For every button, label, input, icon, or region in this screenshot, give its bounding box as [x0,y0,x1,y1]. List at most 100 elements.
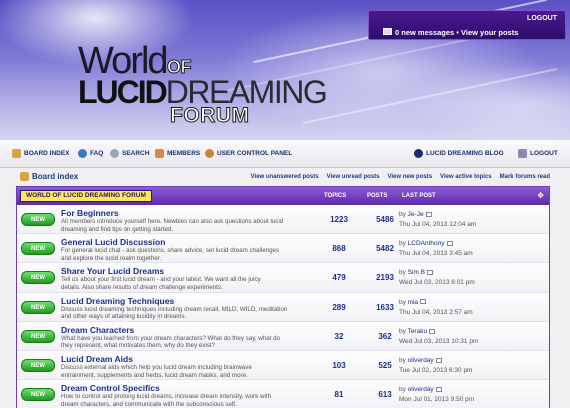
forum-row: NEW Dream Control Specifics How to contr… [17,380,549,408]
forum-title[interactable]: Dream Characters [61,325,134,335]
forum-desc-line: details. Also share results of dream cha… [61,283,223,291]
topic-count: 479 [332,273,346,283]
nav-faq[interactable]: FAQ [78,149,103,158]
envelope-icon [383,28,392,35]
collapse-icon[interactable]: ✥ [537,191,544,200]
quick-links: View unanswered posts View unread posts … [251,174,550,180]
by-label: by [399,327,408,335]
forum-desc-line: and other ways of attaining lucidity in … [61,313,187,321]
last-post-date: Thu Jul 04, 2013 12:04 am [399,221,477,228]
topic-count: 103 [332,360,346,370]
forum-title[interactable]: General Lucid Discussion [61,237,165,247]
view-latest-post-icon[interactable] [446,240,453,246]
breadcrumb-board-index[interactable]: Board index [32,172,78,181]
view-latest-post-icon[interactable] [435,357,442,363]
link-unanswered[interactable]: View unanswered posts [251,174,319,180]
forum-desc-line: What have you learned from your dream ch… [61,334,280,342]
author-link[interactable]: oliverday [408,357,434,364]
nav-ucp-label: USER CONTROL PANEL [217,150,293,157]
home-icon [12,149,21,158]
user-box: LOGOUT 0 new messages • View your posts [368,10,566,40]
by-label: by [399,386,408,394]
nav-members[interactable]: MEMBERS [155,149,200,158]
forum-row: NEW Share Your Lucid Dreams Tell us abou… [17,263,549,293]
forum-row: NEW Lucid Dream Aids Discuss external ai… [17,350,549,381]
nav-board-index[interactable]: BOARD INDEX [12,149,70,158]
logo-lucid: LUCID [78,74,168,110]
forum-description: For general lucid chat - ask questions, … [61,247,323,262]
by-label: by [399,269,408,277]
last-post-date: Thu Jul 04, 2013 2:57 am [399,308,473,316]
category-title[interactable]: WORLD OF LUCID DREAMING FORUM [20,190,152,202]
forum-desc-line: Discuss lucid dreaming techniques includ… [61,305,288,313]
forum-rows: NEW For Beginners All members introduce … [17,205,549,408]
userbox-logout-link[interactable]: LOGOUT [527,15,557,22]
nav-ucp[interactable]: USER CONTROL PANEL [205,149,292,158]
by-label: by [399,211,408,218]
logo-forum: FORUM [170,104,250,128]
forum-desc-line: they represent, what motivates them, why… [61,342,216,350]
view-latest-post-icon[interactable] [420,299,427,305]
nav-faq-label: FAQ [90,150,104,157]
new-badge-icon: NEW [21,213,55,226]
forum-list: WORLD OF LUCID DREAMING FORUM TOPICS POS… [16,186,550,408]
nav-blog-label: LUCID DREAMING BLOG [426,150,504,157]
author-link[interactable]: Sim B [408,269,425,276]
nav-blog[interactable]: LUCID DREAMING BLOG [414,149,504,158]
last-post-author: by oliverday [399,357,442,364]
forum-desc-line: entrainment, supplements and herbs, luci… [61,371,248,379]
by-label: by [399,240,408,248]
view-latest-post-icon[interactable] [427,270,434,276]
link-new-posts[interactable]: View new posts [387,174,432,180]
forum-desc-line: dream characters, and communicate with t… [61,400,237,408]
last-post-author: by mia [399,298,427,306]
forum-title[interactable]: Lucid Dreaming Techniques [61,296,174,306]
forum-title[interactable]: Dream Control Specifics [61,383,160,393]
col-topics: TOPICS [324,193,347,199]
last-post-author: by Je-Je [399,211,432,218]
messages-link[interactable]: 0 new messages • View your posts [395,28,518,37]
nav-search[interactable]: SEARCH [110,149,149,158]
help-icon [78,149,87,158]
author-link[interactable]: Teraku [408,328,428,335]
last-post-date: Wed Jul 03, 2013 6:01 pm [399,279,475,287]
forum-description: What have you learned from your dream ch… [61,335,323,350]
last-post-author: by Teraku [399,327,436,335]
search-icon [110,149,119,158]
link-unread[interactable]: View unread posts [327,174,380,180]
author-link[interactable]: Je-Je [408,211,424,218]
col-last-post: LAST POST [402,193,436,199]
forum-desc-line: and explore the lucid realm together. [61,254,162,262]
view-latest-post-icon[interactable] [435,386,442,392]
author-link[interactable]: mia [408,299,418,306]
author-link[interactable]: LCDAnthony [408,240,445,247]
forum-row: NEW Lucid Dreaming Techniques Discuss lu… [17,292,549,322]
last-post-date: Mon Jul 01, 2013 9:50 pm [399,396,475,404]
breadcrumb[interactable]: Board index [20,172,78,181]
forum-title[interactable]: For Beginners [61,208,119,218]
moon-icon [414,149,423,158]
user-icon [205,149,214,158]
by-label: by [399,298,408,306]
forum-desc-line: For general lucid chat - ask questions, … [61,247,280,255]
author-link[interactable]: oliverday [408,386,434,393]
view-latest-post-icon[interactable] [425,211,432,217]
new-badge-icon: NEW [21,388,55,402]
logout-icon [518,149,527,158]
view-latest-post-icon[interactable] [429,328,436,334]
forum-title[interactable]: Share Your Lucid Dreams [61,266,164,276]
site-logo[interactable]: World OF LUCIDDREAMING FORUM [78,42,348,132]
last-post-author: by LCDAnthony [399,240,453,247]
forum-row: NEW For Beginners All members introduce … [17,205,549,235]
link-mark-read[interactable]: Mark forums read [500,174,550,180]
forum-description: Tell us about your first lucid dream - a… [61,276,323,291]
nav-logout-label: LOGOUT [530,150,558,157]
nav-logout[interactable]: LOGOUT [518,149,558,158]
forum-title[interactable]: Lucid Dream Aids [61,354,133,364]
link-active-topics[interactable]: View active topics [440,174,492,180]
last-post-date: Thu Jul 04, 2013 3:45 am [399,250,473,258]
new-badge-icon: NEW [21,300,55,314]
topic-count: 1223 [330,215,348,224]
last-post-author: by oliverday [399,386,442,393]
last-post-date: Wed Jul 03, 2013 10:31 pm [399,337,479,345]
